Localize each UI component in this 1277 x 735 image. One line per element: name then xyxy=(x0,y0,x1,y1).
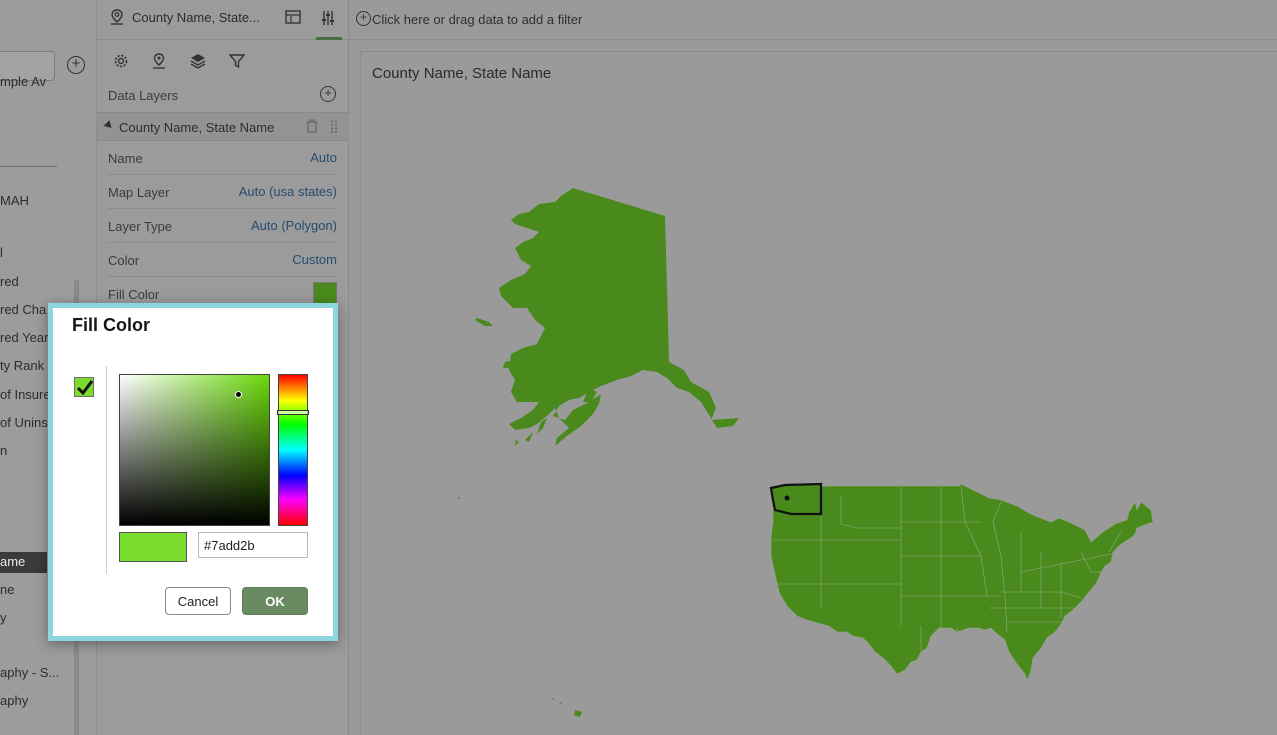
color-cursor[interactable] xyxy=(235,391,242,398)
prop-row-name: Name Auto xyxy=(108,141,337,175)
prop-key: Name xyxy=(108,151,143,166)
map-canvas[interactable]: County Name, State Name xyxy=(360,51,1277,735)
list-item[interactable]: l xyxy=(0,245,3,260)
list-item[interactable]: y xyxy=(0,610,7,625)
list-item[interactable]: of Unins xyxy=(0,415,48,430)
filter-bar[interactable]: + Click here or drag data to add a filte… xyxy=(349,0,1277,40)
grid-icon[interactable] xyxy=(285,10,301,24)
add-circle-icon[interactable]: + xyxy=(67,56,85,74)
divider xyxy=(106,366,107,574)
drag-handle-icon[interactable] xyxy=(331,120,337,133)
map-svg[interactable] xyxy=(361,52,1277,735)
map-marker-icon[interactable] xyxy=(151,53,167,69)
ok-button[interactable]: OK xyxy=(242,587,308,615)
add-circle-icon[interactable]: + xyxy=(356,11,371,26)
dialog-title: Fill Color xyxy=(72,315,150,335)
list-item-selected[interactable]: ame xyxy=(0,554,25,569)
color-preview xyxy=(119,532,187,562)
prop-value[interactable]: Auto (Polygon) xyxy=(251,218,337,233)
collapse-icon[interactable] xyxy=(103,120,115,131)
gear-icon[interactable] xyxy=(113,53,129,69)
list-item[interactable]: aphy - S... xyxy=(0,665,59,680)
list-item[interactable]: ne xyxy=(0,582,14,597)
layer-name: County Name, State Name xyxy=(119,120,275,135)
filter-icon[interactable] xyxy=(229,53,245,69)
prop-key: Color xyxy=(108,253,140,268)
hawaii-shape[interactable] xyxy=(551,698,582,717)
prop-key: Fill Color xyxy=(108,287,160,302)
list-item[interactable]: red xyxy=(0,274,19,289)
divider xyxy=(0,166,57,167)
checkmark-icon xyxy=(76,380,94,396)
data-layers-label: Data Layers xyxy=(108,88,179,103)
contiguous-us-shape[interactable] xyxy=(770,483,1154,681)
fill-color-dialog: Fill Color Cancel OK xyxy=(48,303,338,641)
properties-header: County Name, State... xyxy=(97,0,349,40)
canvas-title: County Name, State Name xyxy=(372,65,552,82)
prop-key: Layer Type xyxy=(108,219,173,234)
saturation-value-picker[interactable] xyxy=(119,374,270,526)
list-item[interactable]: ty Rank xyxy=(0,358,44,373)
list-item[interactable]: MAH xyxy=(0,193,29,208)
washington-highlight[interactable] xyxy=(769,482,823,516)
list-item[interactable]: aphy xyxy=(0,693,28,708)
prop-row-layer-type: Layer Type Auto (Polygon) xyxy=(108,209,337,243)
fill-color-swatch[interactable] xyxy=(313,282,337,304)
layers-icon[interactable] xyxy=(190,53,206,69)
map-pin-icon xyxy=(111,9,123,25)
trash-icon[interactable] xyxy=(306,119,318,133)
layer-header[interactable]: County Name, State Name xyxy=(97,112,349,141)
list-item[interactable]: red Cha xyxy=(0,302,46,317)
filter-placeholder[interactable]: Click here or drag data to add a filter xyxy=(372,12,582,27)
hue-slider[interactable] xyxy=(277,374,309,526)
color-swatch-selected[interactable] xyxy=(74,377,94,397)
list-item[interactable]: of Insure xyxy=(0,387,51,402)
prop-key: Map Layer xyxy=(108,185,170,200)
prop-value[interactable]: Custom xyxy=(292,252,337,267)
prop-row-map-layer: Map Layer Auto (usa states) xyxy=(108,175,337,209)
list-item[interactable]: red Year xyxy=(0,330,48,345)
add-circle-icon[interactable]: + xyxy=(320,86,336,102)
prop-value[interactable]: Auto xyxy=(310,150,337,165)
list-item[interactable]: mple Av xyxy=(0,74,46,89)
properties-tabs xyxy=(97,44,349,122)
cancel-button[interactable]: Cancel xyxy=(165,587,231,615)
viz-title[interactable]: County Name, State... xyxy=(132,10,260,25)
active-tab-indicator xyxy=(316,37,342,40)
prop-row-color: Color Custom xyxy=(108,243,337,277)
sliders-icon[interactable] xyxy=(321,10,335,26)
alaska-shape[interactable] xyxy=(458,188,739,499)
hex-input[interactable] xyxy=(198,532,308,558)
prop-value[interactable]: Auto (usa states) xyxy=(239,184,337,199)
hue-slider-handle[interactable] xyxy=(277,410,309,415)
list-item[interactable]: n xyxy=(0,443,7,458)
